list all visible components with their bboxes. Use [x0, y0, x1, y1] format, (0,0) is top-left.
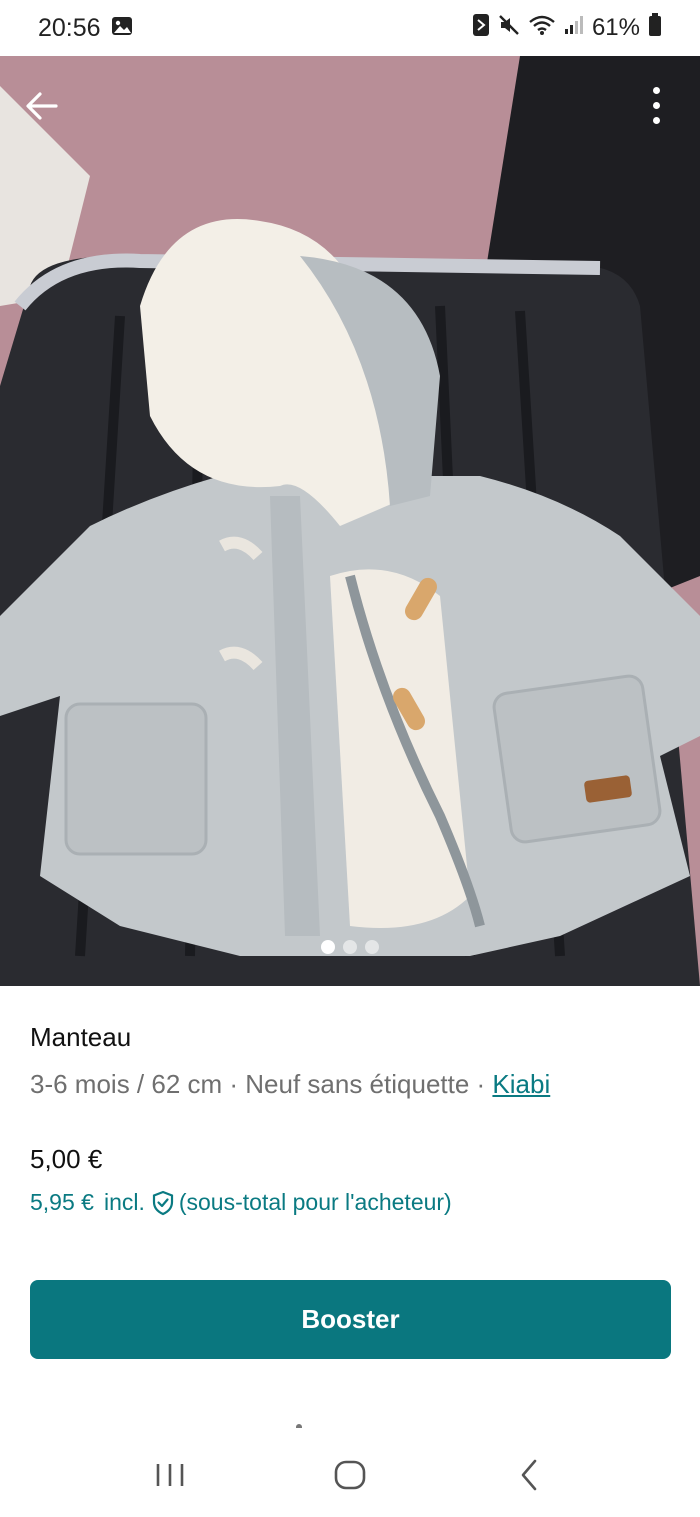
status-right: 61% [472, 12, 662, 44]
page-dot-2[interactable] [343, 940, 357, 954]
wifi-icon [528, 14, 556, 43]
photo-page-indicator [0, 940, 700, 954]
gallery-icon [111, 14, 133, 43]
more-options-button[interactable] [636, 82, 676, 128]
item-details: Manteau 3-6 mois / 62 cm · Neuf sans éti… [0, 986, 700, 1216]
buyer-price: 5,95 € [30, 1189, 94, 1215]
shield-check-icon [151, 1190, 175, 1216]
scroll-hint [296, 1424, 302, 1428]
more-dot [652, 116, 660, 124]
item-meta: 3-6 mois / 62 cm · Neuf sans étiquette ·… [30, 1069, 670, 1100]
system-back-button[interactable] [500, 1445, 560, 1505]
recent-apps-button[interactable] [140, 1445, 200, 1505]
booster-button[interactable]: Booster [30, 1280, 671, 1359]
nfc-icon [472, 13, 490, 44]
battery-percent: 61% [591, 14, 640, 41]
brand-link[interactable]: Kiabi [492, 1069, 550, 1099]
more-vertical-icon [652, 86, 660, 94]
status-time: 20:56 [38, 13, 101, 42]
recent-apps-icon [156, 1463, 184, 1486]
signal-icon [564, 14, 584, 42]
item-price: 5,00 € [30, 1144, 103, 1174]
home-button[interactable] [320, 1445, 380, 1505]
item-size-condition: 3-6 mois / 62 cm · Neuf sans étiquette · [30, 1069, 493, 1099]
more-dot [652, 101, 660, 109]
page-dot-1[interactable] [321, 940, 335, 954]
home-icon [334, 1460, 366, 1489]
coat-photo-image [0, 56, 700, 986]
mute-icon [498, 14, 520, 43]
back-icon [521, 1459, 537, 1490]
incl-label: incl. [103, 1189, 145, 1215]
system-nav-bar [0, 1432, 700, 1517]
battery-icon [648, 12, 662, 44]
arrow-left-icon [26, 92, 58, 120]
status-left: 20:56 [38, 14, 133, 43]
status-bar: 20:56 61% [0, 0, 700, 56]
back-button[interactable] [20, 84, 64, 128]
product-photo[interactable] [0, 56, 700, 986]
buyer-price-row[interactable]: 5,95 € incl. (sous-total pour l'acheteur… [30, 1189, 670, 1216]
item-title: Manteau [30, 1022, 132, 1052]
page-dot-3[interactable] [365, 940, 379, 954]
buyer-note: (sous-total pour l'acheteur) [178, 1189, 452, 1215]
